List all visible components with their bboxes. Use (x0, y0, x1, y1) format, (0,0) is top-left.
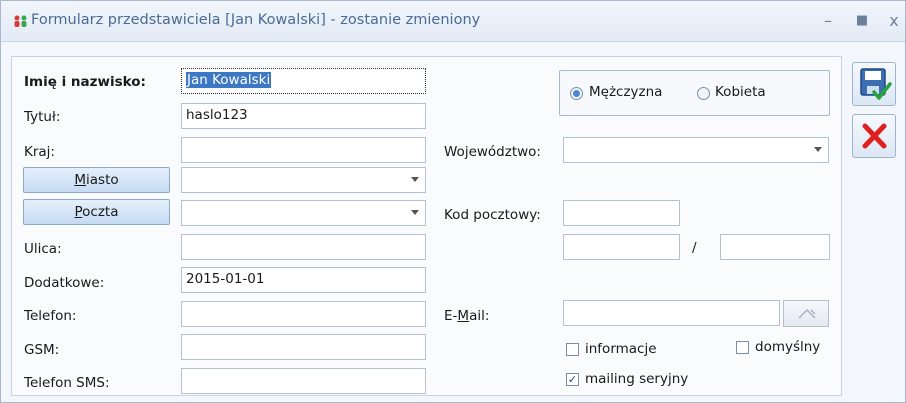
default-label: domyślny (755, 339, 821, 355)
house-number-field[interactable] (563, 234, 680, 260)
gender-male-radio[interactable] (570, 87, 583, 100)
form-panel: Imię i nazwisko: Jan Kowalski Tytuł: has… (11, 56, 842, 396)
street-label: Ulica: (24, 241, 62, 257)
gsm-label: GSM: (24, 342, 60, 358)
flat-number-field[interactable] (720, 234, 830, 260)
title-field[interactable]: haslo123 (181, 103, 426, 129)
close-button[interactable]: x (883, 10, 905, 32)
sms-field[interactable] (181, 368, 426, 394)
city-button[interactable]: Miasto (23, 167, 170, 193)
envelope-icon (798, 308, 816, 319)
post-combo[interactable] (181, 200, 426, 226)
people-icon (14, 15, 27, 27)
country-field[interactable] (181, 137, 426, 163)
postcode-field[interactable] (563, 200, 680, 226)
info-label: informacje (585, 341, 657, 357)
postcode-label: Kod pocztowy: (444, 207, 541, 223)
email-field[interactable] (563, 300, 780, 326)
window-title: Formularz przedstawiciela [Jan Kowalski]… (31, 12, 481, 28)
city-button-label: Miasto (74, 172, 119, 188)
gender-group: Mężczyzna Kobieta (559, 70, 830, 116)
chevron-down-icon (411, 210, 419, 215)
city-combo[interactable] (181, 167, 426, 193)
gsm-field[interactable] (181, 334, 426, 360)
cancel-button[interactable] (852, 114, 896, 158)
minimize-button[interactable]: – (817, 10, 839, 32)
default-checkbox[interactable] (736, 341, 749, 354)
extra-field[interactable]: 2015-01-01 (181, 267, 426, 293)
gender-male-label: Mężczyzna (589, 84, 663, 100)
email-label: E-Mail: (444, 308, 490, 324)
post-button[interactable]: Poczta (23, 199, 170, 225)
mailing-label: mailing seryjny (585, 371, 689, 387)
delete-icon (862, 123, 887, 149)
title-label: Tytuł: (24, 109, 61, 125)
street-field[interactable] (181, 234, 426, 260)
phone-label: Telefon: (24, 308, 77, 324)
name-label: Imię i nazwisko: (24, 74, 146, 90)
sms-label: Telefon SMS: (24, 375, 110, 391)
save-button[interactable] (852, 62, 896, 106)
gender-female-label: Kobieta (715, 84, 766, 100)
chevron-down-icon (411, 177, 419, 182)
gender-female-radio[interactable] (697, 87, 710, 100)
title-bar: Formularz przedstawiciela [Jan Kowalski]… (1, 1, 905, 42)
representative-form-window: Formularz przedstawiciela [Jan Kowalski]… (0, 0, 906, 403)
extra-label: Dodatkowe: (24, 275, 105, 291)
post-button-label: Poczta (74, 204, 119, 220)
name-field[interactable]: Jan Kowalski (181, 68, 426, 94)
phone-field[interactable] (181, 301, 426, 327)
mailing-checkbox[interactable]: ✓ (566, 373, 579, 386)
maximize-button[interactable]: ■ (851, 10, 873, 32)
name-value: Jan Kowalski (186, 72, 272, 88)
region-label: Województwo: (444, 144, 541, 160)
country-label: Kraj: (24, 144, 55, 160)
save-icon (860, 68, 892, 100)
chevron-down-icon (814, 147, 822, 152)
region-combo[interactable] (563, 137, 829, 163)
email-action-button[interactable] (783, 300, 829, 327)
flat-separator: / (692, 240, 697, 256)
info-checkbox[interactable] (566, 343, 579, 356)
